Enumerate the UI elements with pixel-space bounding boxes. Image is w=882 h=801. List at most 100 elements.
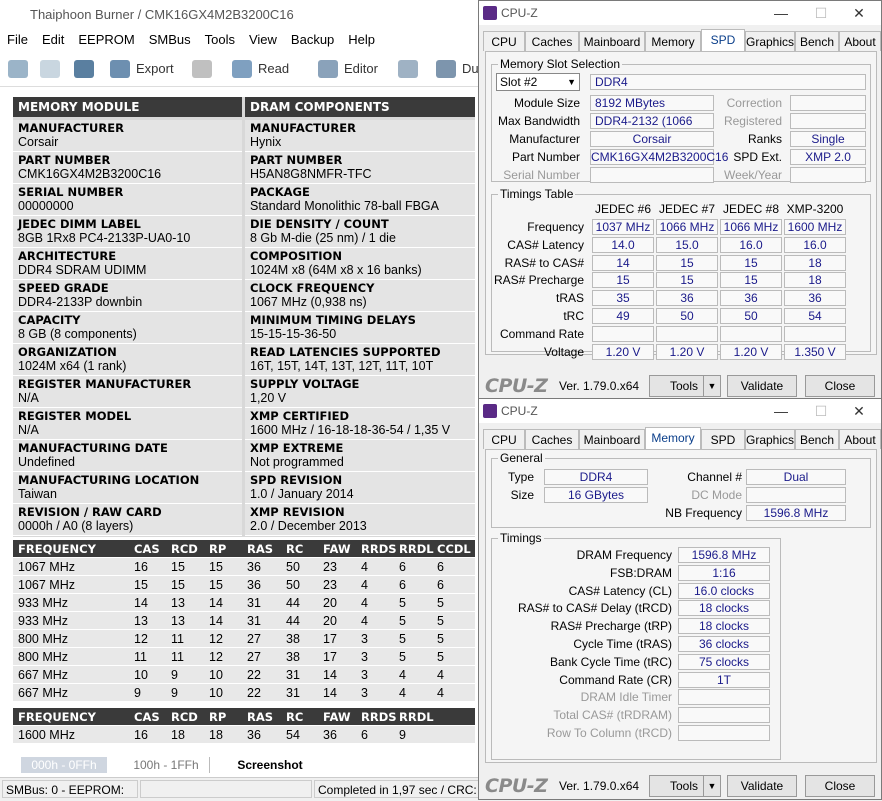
timing-row-label: tRC xyxy=(563,309,584,323)
export-button[interactable]: Export xyxy=(110,57,174,81)
tab-graphics[interactable]: Graphics xyxy=(745,31,795,51)
menu-help[interactable]: Help xyxy=(341,30,382,50)
editor-button[interactable]: Editor xyxy=(318,57,378,81)
timing-value: 36 xyxy=(720,290,782,307)
menu-backup[interactable]: Backup xyxy=(284,30,341,50)
tab-cpu[interactable]: CPU xyxy=(483,31,525,51)
column-header: RRDL xyxy=(399,542,434,556)
slot-select[interactable]: Slot #2 ▼ xyxy=(496,73,580,91)
tab-memory[interactable]: Memory xyxy=(645,427,701,449)
tab-100h-1ffh[interactable]: 100h - 1FFh xyxy=(123,757,209,773)
menu-file[interactable]: File xyxy=(0,30,35,50)
menu-smbus[interactable]: SMBus xyxy=(142,30,198,50)
maximize-button[interactable]: ☐ xyxy=(801,1,841,25)
table-cell: 27 xyxy=(247,650,261,664)
tab-memory[interactable]: Memory xyxy=(645,31,701,51)
info-cell: ARCHITECTURE DDR4 SDRAM UDIMM xyxy=(13,248,242,280)
tools-button[interactable] xyxy=(398,57,424,81)
table-row: 667 MHz 10 9 10 22 31 14 3 4 4 xyxy=(13,666,475,684)
table-cell: 12 xyxy=(134,632,148,646)
table-header-row: FREQUENCY CAS RCD RP RAS RC FAW RRDS RRDL CCDL xyxy=(13,540,475,558)
column-header: FAW xyxy=(323,542,351,556)
info-key: XMP EXTREME xyxy=(250,441,344,455)
table-cell: 5 xyxy=(399,632,406,646)
column-header: RRDS xyxy=(361,542,397,556)
general-group: General Type DDR4 Size 16 GBytes Channel… xyxy=(491,451,871,528)
table-cell: 31 xyxy=(247,596,261,610)
open-button[interactable] xyxy=(40,57,66,81)
table-cell: 23 xyxy=(323,578,337,592)
tools-dropdown-icon[interactable]: ▼ xyxy=(703,775,721,797)
table-cell: 44 xyxy=(286,596,300,610)
spd-ext-label: SPD Ext. xyxy=(733,150,782,164)
tab-bench[interactable]: Bench xyxy=(795,429,839,449)
close-button[interactable]: Close xyxy=(805,375,875,397)
tab-bench[interactable]: Bench xyxy=(795,31,839,51)
validate-button[interactable]: Validate xyxy=(727,375,797,397)
tab-spd[interactable]: SPD xyxy=(701,429,745,449)
timing-value xyxy=(720,325,782,342)
tab-screenshot[interactable]: Screenshot xyxy=(225,757,315,773)
info-value: 8 GB (8 components) xyxy=(18,327,137,341)
tab-about[interactable]: About xyxy=(839,31,881,51)
save-button[interactable] xyxy=(74,57,100,81)
info-key: MINIMUM TIMING DELAYS xyxy=(250,313,416,327)
close-window-button[interactable]: ✕ xyxy=(839,399,879,423)
tab-spd[interactable]: SPD xyxy=(701,29,745,51)
tab-caches[interactable]: Caches xyxy=(525,31,579,51)
timing-value: 1T xyxy=(678,671,770,688)
menu-tools[interactable]: Tools xyxy=(198,30,242,50)
info-value: 1,20 V xyxy=(250,391,287,405)
dc-mode-field xyxy=(746,487,846,503)
tab-about[interactable]: About xyxy=(839,429,881,449)
minimize-button[interactable]: — xyxy=(761,1,801,25)
timing-value: 15.0 xyxy=(656,236,718,253)
timing-row-label: Voltage xyxy=(543,344,584,359)
table-cell: 23 xyxy=(323,560,337,574)
info-value: CMK16GX4M2B3200C16 xyxy=(18,167,162,181)
info-key: REVISION / RAW CARD xyxy=(18,505,162,519)
table-cell: 13 xyxy=(134,614,148,628)
general-group-label: General xyxy=(498,451,545,465)
table-cell: 6 xyxy=(361,728,368,742)
menu-eeprom[interactable]: EEPROM xyxy=(71,30,141,50)
tools-dropdown-icon[interactable]: ▼ xyxy=(703,375,721,397)
minimize-button[interactable]: — xyxy=(761,399,801,423)
read-icon xyxy=(232,60,252,78)
menu-edit[interactable]: Edit xyxy=(35,30,71,50)
timing-label: Total CAS# (tRDRAM) xyxy=(553,708,672,723)
close-button[interactable]: Close xyxy=(805,775,875,797)
lock-button[interactable] xyxy=(192,57,218,81)
menu-view[interactable]: View xyxy=(242,30,284,50)
table-cell: 14 xyxy=(209,614,223,628)
column-header: RCD xyxy=(171,542,198,556)
table-cell: 5 xyxy=(437,614,444,628)
info-value: N/A xyxy=(18,391,39,405)
table-cell: 20 xyxy=(323,596,337,610)
timing-row-label: RAS# Precharge xyxy=(493,273,584,288)
settings-button[interactable] xyxy=(8,57,34,81)
tab-mainboard[interactable]: Mainboard xyxy=(579,31,645,51)
info-cell: SERIAL NUMBER 00000000 xyxy=(13,184,242,216)
part-number-label: Part Number xyxy=(511,150,580,164)
close-window-button[interactable]: ✕ xyxy=(839,1,879,25)
timing-value: 1066 MHz xyxy=(720,219,782,235)
read-button[interactable]: Read xyxy=(232,57,289,81)
tab-mainboard[interactable]: Mainboard xyxy=(579,429,645,449)
table-cell: 4 xyxy=(437,668,444,682)
validate-button[interactable]: Validate xyxy=(727,775,797,797)
table-cell: 4 xyxy=(361,614,368,628)
tab-cpu[interactable]: CPU xyxy=(483,429,525,449)
maximize-button[interactable]: ☐ xyxy=(801,399,841,423)
info-cell: REVISION / RAW CARD 0000h / A0 (8 layers) xyxy=(13,504,242,536)
timing-value: 15 xyxy=(656,272,718,289)
table-cell: 14 xyxy=(323,686,337,700)
timing-value: 18 xyxy=(784,272,846,289)
tab-000h-0ffh[interactable]: 000h - 0FFh xyxy=(21,757,107,773)
tab-graphics[interactable]: Graphics xyxy=(745,429,795,449)
dc-mode-label: DC Mode xyxy=(691,488,742,502)
timing-label: FSB:DRAM xyxy=(609,565,672,580)
info-value: N/A xyxy=(18,423,39,437)
dump-button[interactable]: Du xyxy=(436,57,479,81)
tab-caches[interactable]: Caches xyxy=(525,429,579,449)
